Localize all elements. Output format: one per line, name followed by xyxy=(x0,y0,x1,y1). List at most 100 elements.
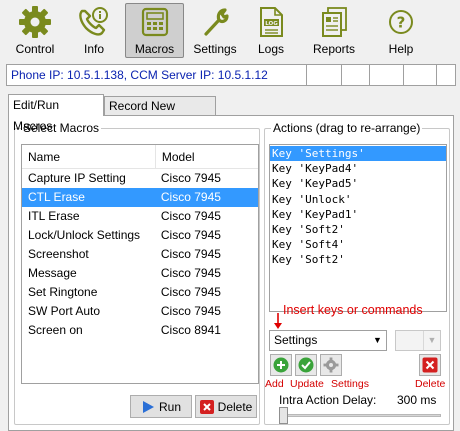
add-label: Add xyxy=(265,378,284,390)
macro-model: Cisco 7945 xyxy=(160,190,221,204)
actions-group: Actions (drag to re-arrange) Key 'Settin… xyxy=(264,121,450,425)
intra-action-delay-value: 300 ms xyxy=(397,393,437,407)
table-row[interactable]: SW Port Auto Cisco 7945 xyxy=(22,302,258,321)
edit-run-macros-panel: Select Macros Name Model Capture IP Sett… xyxy=(8,115,454,431)
help-button[interactable]: ? Help xyxy=(380,3,422,58)
macro-name: Set Ringtone xyxy=(28,285,98,299)
macro-model: Cisco 7945 xyxy=(160,209,221,223)
status-cell xyxy=(370,65,404,85)
macro-model: Cisco 7945 xyxy=(160,304,221,318)
delete-label: Delete xyxy=(217,399,253,414)
macro-name: ITL Erase xyxy=(28,209,80,223)
list-item[interactable]: Key 'Soft2' xyxy=(270,222,446,237)
macro-name: Capture IP Setting xyxy=(28,171,126,185)
macros-table-header: Name Model xyxy=(22,145,258,169)
macro-name: SW Port Auto xyxy=(28,304,101,318)
chevron-down-icon: ▼ xyxy=(373,335,382,345)
logs-button[interactable]: LOG Logs xyxy=(249,3,293,58)
macro-name: Lock/Unlock Settings xyxy=(28,228,141,242)
column-header-name[interactable]: Name xyxy=(22,145,155,168)
macro-name: Message xyxy=(28,266,77,280)
settings-label: Settings xyxy=(193,42,237,56)
table-row[interactable]: ITL Erase Cisco 7945 xyxy=(22,207,258,226)
command-select[interactable]: Settings ▼ xyxy=(269,330,387,351)
logs-label: Logs xyxy=(257,42,285,56)
list-item[interactable]: Key 'KeyPad1' xyxy=(270,207,446,222)
delay-slider-track[interactable] xyxy=(279,414,441,417)
run-button[interactable]: Run xyxy=(130,395,192,418)
macro-model: Cisco 7945 xyxy=(160,266,221,280)
tab-strip: Edit/Run Macros Record New Macros xyxy=(8,94,216,133)
help-label: Help xyxy=(388,42,414,56)
status-cell xyxy=(404,65,437,85)
tab-edit-run-macros[interactable]: Edit/Run Macros xyxy=(8,94,104,133)
status-connection-text: Phone IP: 10.5.1.138, CCM Server IP: 10.… xyxy=(7,65,307,85)
play-icon xyxy=(142,400,154,413)
control-button[interactable]: Control xyxy=(8,3,62,58)
svg-text:LOG: LOG xyxy=(265,21,278,27)
macros-table[interactable]: Name Model Capture IP Setting Cisco 7945… xyxy=(21,144,259,384)
checkmark-icon xyxy=(298,357,314,373)
table-row[interactable]: Message Cisco 7945 xyxy=(22,264,258,283)
macro-model: Cisco 7945 xyxy=(160,247,221,261)
command-select-value: Settings xyxy=(274,333,318,347)
help-icon: ? xyxy=(389,10,413,34)
reports-button[interactable]: Reports xyxy=(311,3,357,58)
settings-button[interactable]: Settings xyxy=(190,3,240,58)
table-row[interactable]: Set Ringtone Cisco 7945 xyxy=(22,283,258,302)
macro-model: Cisco 7945 xyxy=(160,285,221,299)
delete-macro-button[interactable]: Delete xyxy=(195,395,257,418)
gear-icon xyxy=(323,357,339,373)
table-row[interactable]: Capture IP Setting Cisco 7945 xyxy=(22,169,258,188)
macro-model: Cisco 8941 xyxy=(160,323,221,337)
add-action-button[interactable] xyxy=(270,354,292,376)
macro-model: Cisco 7945 xyxy=(160,228,221,242)
report-icon xyxy=(322,7,347,37)
status-bar: Phone IP: 10.5.1.138, CCM Server IP: 10.… xyxy=(6,64,456,86)
table-row[interactable]: Lock/Unlock Settings Cisco 7945 xyxy=(22,226,258,245)
delete-action-button[interactable] xyxy=(419,354,441,376)
macro-name: Screen on xyxy=(28,323,83,337)
update-action-button[interactable] xyxy=(295,354,317,376)
delay-slider-thumb[interactable] xyxy=(279,407,288,424)
select-macros-group: Select Macros Name Model Capture IP Sett… xyxy=(14,121,260,425)
list-item[interactable]: Key 'Unlock' xyxy=(270,192,446,207)
update-label: Update xyxy=(290,378,324,390)
list-item[interactable]: Key 'Settings' xyxy=(270,146,446,162)
actions-list[interactable]: Key 'Settings' Key 'KeyPad4' Key 'KeyPad… xyxy=(269,144,447,312)
settings-label: Settings xyxy=(331,378,369,390)
phone-keypad-icon xyxy=(141,7,168,37)
control-label: Control xyxy=(15,42,55,56)
list-item[interactable]: Key 'KeyPad4' xyxy=(270,161,446,176)
down-arrow-icon xyxy=(274,313,282,329)
list-item[interactable]: Key 'Soft2' xyxy=(270,252,446,267)
tab-record-new-macros[interactable]: Record New Macros xyxy=(104,96,216,132)
run-label: Run xyxy=(158,399,181,414)
delete-x-icon xyxy=(422,357,438,373)
macros-button[interactable]: Macros xyxy=(125,3,184,58)
macros-label: Macros xyxy=(134,42,175,56)
phone-info-icon xyxy=(79,7,108,36)
info-button[interactable]: Info xyxy=(70,3,118,58)
table-row[interactable]: Screen on Cisco 8941 xyxy=(22,321,258,340)
column-header-model[interactable]: Model xyxy=(154,145,258,168)
parameter-select[interactable]: ▼ xyxy=(395,330,441,351)
table-row[interactable]: Screenshot Cisco 7945 xyxy=(22,245,258,264)
list-item[interactable]: Key 'Soft4' xyxy=(270,237,446,252)
macro-name: Screenshot xyxy=(28,247,89,261)
status-cell xyxy=(342,65,370,85)
list-item[interactable]: Key 'KeyPad5' xyxy=(270,176,446,191)
chevron-down-icon: ▼ xyxy=(423,331,440,350)
table-row[interactable]: CTL Erase Cisco 7945 xyxy=(22,188,258,207)
actions-title: Actions (drag to re-arrange) xyxy=(271,121,423,135)
log-document-icon: LOG xyxy=(260,7,283,37)
action-settings-button[interactable] xyxy=(320,354,342,376)
macro-name: CTL Erase xyxy=(28,190,85,204)
delete-x-icon xyxy=(199,399,214,414)
svg-text:?: ? xyxy=(397,14,406,32)
toolbar: Control Info Macros Settings LOG Logs Re… xyxy=(0,0,460,62)
add-icon xyxy=(273,357,289,373)
reports-label: Reports xyxy=(312,42,356,56)
info-label: Info xyxy=(83,42,104,56)
insert-hint: Insert keys or commands xyxy=(283,303,423,317)
